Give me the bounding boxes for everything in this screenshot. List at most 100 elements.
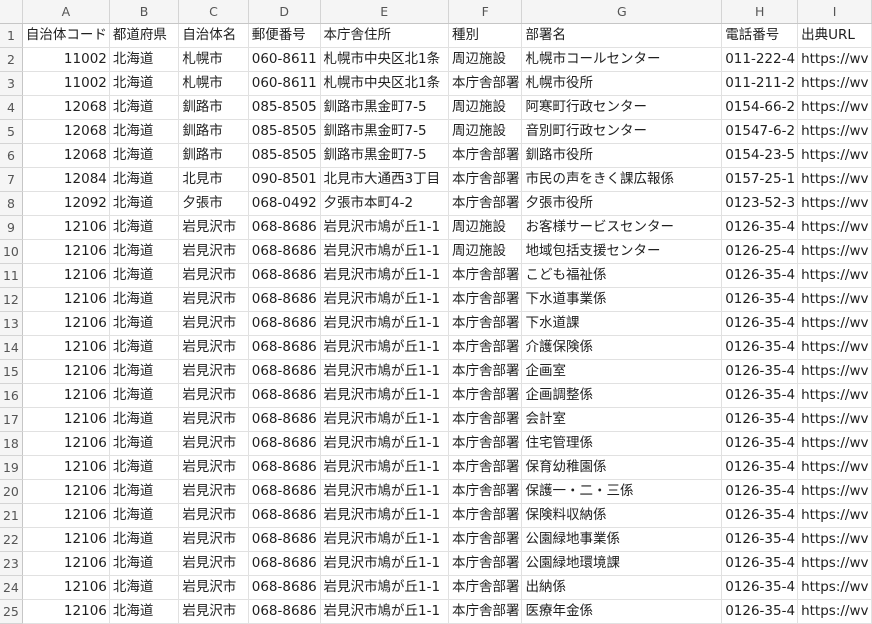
cell-e9[interactable]: 岩見沢市鳩が丘1-1 bbox=[320, 215, 449, 240]
cell-c8[interactable]: 夕張市 bbox=[178, 191, 249, 216]
cell-b12[interactable]: 北海道 bbox=[109, 287, 180, 312]
cell-c12[interactable]: 岩見沢市 bbox=[178, 287, 249, 312]
cell-d25[interactable]: 068-8686 bbox=[248, 599, 321, 624]
cell-e12[interactable]: 岩見沢市鳩が丘1-1 bbox=[320, 287, 449, 312]
cell-i15[interactable]: https://wv bbox=[797, 359, 872, 384]
cell-h23[interactable]: 0126-35-4 bbox=[721, 551, 799, 576]
row-header[interactable]: 6 bbox=[0, 143, 23, 168]
cell-g19[interactable]: 保育幼稚園係 bbox=[521, 455, 723, 480]
cell-d5[interactable]: 085-8505 bbox=[248, 119, 321, 144]
cell-a16[interactable]: 12106 bbox=[22, 383, 110, 408]
cell-c15[interactable]: 岩見沢市 bbox=[178, 359, 249, 384]
cell-c19[interactable]: 岩見沢市 bbox=[178, 455, 249, 480]
cell-i12[interactable]: https://wv bbox=[797, 287, 872, 312]
cell-f18[interactable]: 本庁舎部署 bbox=[448, 431, 523, 456]
cell-d3[interactable]: 060-8611 bbox=[248, 71, 321, 96]
cell-c10[interactable]: 岩見沢市 bbox=[178, 239, 249, 264]
cell-c21[interactable]: 岩見沢市 bbox=[178, 503, 249, 528]
cell-g25[interactable]: 医療年金係 bbox=[521, 599, 723, 624]
cell-h9[interactable]: 0126-35-4 bbox=[721, 215, 799, 240]
cell-d24[interactable]: 068-8686 bbox=[248, 575, 321, 600]
cell-i8[interactable]: https://wv bbox=[797, 191, 872, 216]
cell-g2[interactable]: 札幌市コールセンター bbox=[521, 47, 723, 72]
cell-i7[interactable]: https://wv bbox=[797, 167, 872, 192]
cell-e14[interactable]: 岩見沢市鳩が丘1-1 bbox=[320, 335, 449, 360]
cell-c25[interactable]: 岩見沢市 bbox=[178, 599, 249, 624]
row-header[interactable]: 19 bbox=[0, 455, 23, 480]
row-header[interactable]: 3 bbox=[0, 71, 23, 96]
cell-f9[interactable]: 周辺施設 bbox=[448, 215, 523, 240]
cell-c3[interactable]: 札幌市 bbox=[178, 71, 249, 96]
cell-g22[interactable]: 公園緑地事業係 bbox=[521, 527, 723, 552]
cell-h7[interactable]: 0157-25-1 bbox=[721, 167, 799, 192]
cell-c5[interactable]: 釧路市 bbox=[178, 119, 249, 144]
cell-i3[interactable]: https://wv bbox=[797, 71, 872, 96]
column-header-e[interactable]: E bbox=[320, 0, 449, 24]
cell-f3[interactable]: 本庁舎部署 bbox=[448, 71, 523, 96]
cell-d11[interactable]: 068-8686 bbox=[248, 263, 321, 288]
cell-b19[interactable]: 北海道 bbox=[109, 455, 180, 480]
cell-i4[interactable]: https://wv bbox=[797, 95, 872, 120]
cell-a23[interactable]: 12106 bbox=[22, 551, 110, 576]
cell-e1[interactable]: 本庁舎住所 bbox=[320, 23, 449, 48]
row-header[interactable]: 16 bbox=[0, 383, 23, 408]
row-header[interactable]: 13 bbox=[0, 311, 23, 336]
column-header-f[interactable]: F bbox=[448, 0, 523, 24]
cell-b2[interactable]: 北海道 bbox=[109, 47, 180, 72]
row-header[interactable]: 8 bbox=[0, 191, 23, 216]
cell-h15[interactable]: 0126-35-4 bbox=[721, 359, 799, 384]
cell-b1[interactable]: 都道府県 bbox=[109, 23, 180, 48]
cell-f4[interactable]: 周辺施設 bbox=[448, 95, 523, 120]
cell-a24[interactable]: 12106 bbox=[22, 575, 110, 600]
cell-a5[interactable]: 12068 bbox=[22, 119, 110, 144]
cell-d1[interactable]: 郵便番号 bbox=[248, 23, 321, 48]
cell-a25[interactable]: 12106 bbox=[22, 599, 110, 624]
cell-i5[interactable]: https://wv bbox=[797, 119, 872, 144]
cell-i17[interactable]: https://wv bbox=[797, 407, 872, 432]
cell-c17[interactable]: 岩見沢市 bbox=[178, 407, 249, 432]
cell-g18[interactable]: 住宅管理係 bbox=[521, 431, 723, 456]
cell-e6[interactable]: 釧路市黒金町7-5 bbox=[320, 143, 449, 168]
cell-a17[interactable]: 12106 bbox=[22, 407, 110, 432]
cell-i14[interactable]: https://wv bbox=[797, 335, 872, 360]
cell-a2[interactable]: 11002 bbox=[22, 47, 110, 72]
cell-i22[interactable]: https://wv bbox=[797, 527, 872, 552]
cell-a22[interactable]: 12106 bbox=[22, 527, 110, 552]
cell-c11[interactable]: 岩見沢市 bbox=[178, 263, 249, 288]
cell-i25[interactable]: https://wv bbox=[797, 599, 872, 624]
cell-b17[interactable]: 北海道 bbox=[109, 407, 180, 432]
cell-c20[interactable]: 岩見沢市 bbox=[178, 479, 249, 504]
cell-d14[interactable]: 068-8686 bbox=[248, 335, 321, 360]
cell-d17[interactable]: 068-8686 bbox=[248, 407, 321, 432]
cell-g1[interactable]: 部署名 bbox=[521, 23, 723, 48]
cell-f7[interactable]: 本庁舎部署 bbox=[448, 167, 523, 192]
column-header-d[interactable]: D bbox=[248, 0, 321, 24]
cell-e16[interactable]: 岩見沢市鳩が丘1-1 bbox=[320, 383, 449, 408]
cell-e21[interactable]: 岩見沢市鳩が丘1-1 bbox=[320, 503, 449, 528]
cell-b11[interactable]: 北海道 bbox=[109, 263, 180, 288]
cell-h11[interactable]: 0126-35-4 bbox=[721, 263, 799, 288]
cell-e10[interactable]: 岩見沢市鳩が丘1-1 bbox=[320, 239, 449, 264]
row-header[interactable]: 12 bbox=[0, 287, 23, 312]
column-header-b[interactable]: B bbox=[109, 0, 180, 24]
cell-f24[interactable]: 本庁舎部署 bbox=[448, 575, 523, 600]
row-header[interactable]: 21 bbox=[0, 503, 23, 528]
row-header[interactable]: 23 bbox=[0, 551, 23, 576]
row-header[interactable]: 4 bbox=[0, 95, 23, 120]
cell-a4[interactable]: 12068 bbox=[22, 95, 110, 120]
cell-d6[interactable]: 085-8505 bbox=[248, 143, 321, 168]
cell-e20[interactable]: 岩見沢市鳩が丘1-1 bbox=[320, 479, 449, 504]
row-header[interactable]: 5 bbox=[0, 119, 23, 144]
cell-h3[interactable]: 011-211-2 bbox=[721, 71, 799, 96]
cell-c6[interactable]: 釧路市 bbox=[178, 143, 249, 168]
cell-g7[interactable]: 市民の声をきく課広報係 bbox=[521, 167, 723, 192]
cell-c24[interactable]: 岩見沢市 bbox=[178, 575, 249, 600]
cell-g12[interactable]: 下水道事業係 bbox=[521, 287, 723, 312]
cell-h1[interactable]: 電話番号 bbox=[721, 23, 799, 48]
cell-g14[interactable]: 介護保険係 bbox=[521, 335, 723, 360]
cell-b22[interactable]: 北海道 bbox=[109, 527, 180, 552]
cell-i13[interactable]: https://wv bbox=[797, 311, 872, 336]
cell-e15[interactable]: 岩見沢市鳩が丘1-1 bbox=[320, 359, 449, 384]
cell-g4[interactable]: 阿寒町行政センター bbox=[521, 95, 723, 120]
cell-c16[interactable]: 岩見沢市 bbox=[178, 383, 249, 408]
